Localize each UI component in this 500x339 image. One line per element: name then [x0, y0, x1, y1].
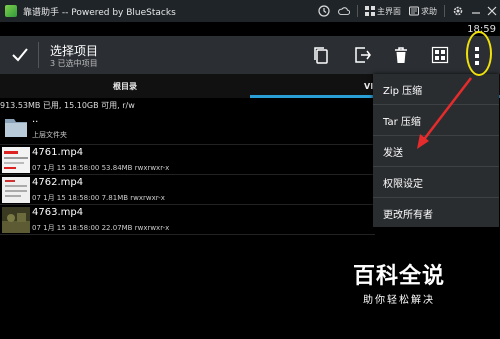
video-thumbnail [2, 207, 30, 233]
clock-icon[interactable] [318, 5, 330, 17]
cloud-icon[interactable] [338, 5, 350, 17]
action-bar: 选择项目 3 已选中项目 [0, 36, 500, 74]
menu-item-change-owner[interactable]: 更改所有者 [373, 198, 499, 228]
file-name: 4762.mp4 [32, 177, 84, 188]
selection-count: 3 已选中项目 [50, 59, 98, 68]
tab-root[interactable]: 根目录 [0, 74, 250, 98]
move-icon[interactable] [353, 46, 371, 64]
folder-icon [2, 113, 30, 139]
titlebar-divider [357, 5, 358, 17]
list-item-file[interactable]: 4762.mp4 07 1月 15 18:58:00 7.81MB rwxrwx… [0, 175, 375, 207]
select-grid-icon[interactable] [431, 46, 449, 64]
video-thumbnail [2, 147, 30, 173]
copy-icon[interactable] [312, 46, 330, 64]
watermark-subtitle: 助你轻松解决 [363, 295, 435, 306]
file-meta: 07 1月 15 18:58:00 7.81MB rwxrwxr-x [32, 194, 165, 202]
list-item-file[interactable]: 4761.mp4 07 1月 15 18:58:00 53.84MB rwxrw… [0, 145, 375, 177]
overflow-menu: Zip 压缩 Tar 压缩 发送 权限设定 更改所有者 [373, 74, 499, 227]
emulator-titlebar: 靠谱助手 -- Powered by BlueStacks 主界面 求助 [0, 0, 500, 22]
close-icon[interactable] [484, 0, 500, 22]
video-thumbnail [2, 177, 30, 203]
app-logo-icon [5, 5, 17, 17]
window-title: 靠谱助手 -- Powered by BlueStacks [23, 7, 176, 18]
highlight-circle [466, 31, 492, 76]
minimize-icon[interactable] [468, 0, 484, 22]
menu-item-label: 权限设定 [383, 178, 423, 190]
menu-item-label: Tar 压缩 [383, 116, 421, 128]
help-button[interactable]: 求助 [409, 6, 437, 17]
parent-folder-label: 上层文件夹 [32, 131, 67, 139]
delete-icon[interactable] [392, 46, 410, 64]
help-label: 求助 [421, 6, 437, 16]
tab-root-label: 根目录 [113, 81, 137, 91]
file-meta: 07 1月 15 18:58:00 53.84MB rwxrwxr-x [32, 164, 170, 172]
settings-icon[interactable] [452, 5, 464, 17]
android-statusbar [0, 22, 500, 36]
menu-item-tar[interactable]: Tar 压缩 [373, 105, 499, 135]
list-item-file[interactable]: 4763.mp4 07 1月 15 18:58:00 22.07MB rwxrw… [0, 205, 375, 237]
row-divider [0, 234, 375, 235]
selection-title: 选择项目 [50, 44, 99, 58]
file-name: 4761.mp4 [32, 147, 84, 158]
watermark-title: 百科全说 [352, 264, 445, 289]
list-item-parent-folder[interactable]: .. 上层文件夹 [0, 110, 375, 146]
parent-folder-name: .. [32, 114, 39, 125]
menu-item-permissions[interactable]: 权限设定 [373, 167, 499, 197]
file-meta: 07 1月 15 18:58:00 22.07MB rwxrwxr-x [32, 224, 170, 232]
menu-item-send[interactable]: 发送 [373, 136, 499, 166]
file-name: 4763.mp4 [32, 207, 84, 218]
watermark: 百科全说 助你轻松解决 [334, 258, 464, 318]
action-bar-divider [38, 42, 39, 68]
menu-item-label: Zip 压缩 [383, 85, 423, 97]
home-icon [365, 6, 375, 16]
home-button[interactable]: 主界面 [365, 6, 401, 17]
home-label: 主界面 [377, 6, 401, 16]
tab-video-label: VI [364, 81, 374, 91]
titlebar-divider [444, 5, 445, 17]
help-icon [409, 6, 419, 16]
done-check-icon[interactable] [10, 46, 30, 64]
menu-item-label: 更改所有者 [383, 209, 433, 221]
menu-item-label: 发送 [383, 147, 403, 159]
menu-item-zip[interactable]: Zip 压缩 [373, 74, 499, 104]
